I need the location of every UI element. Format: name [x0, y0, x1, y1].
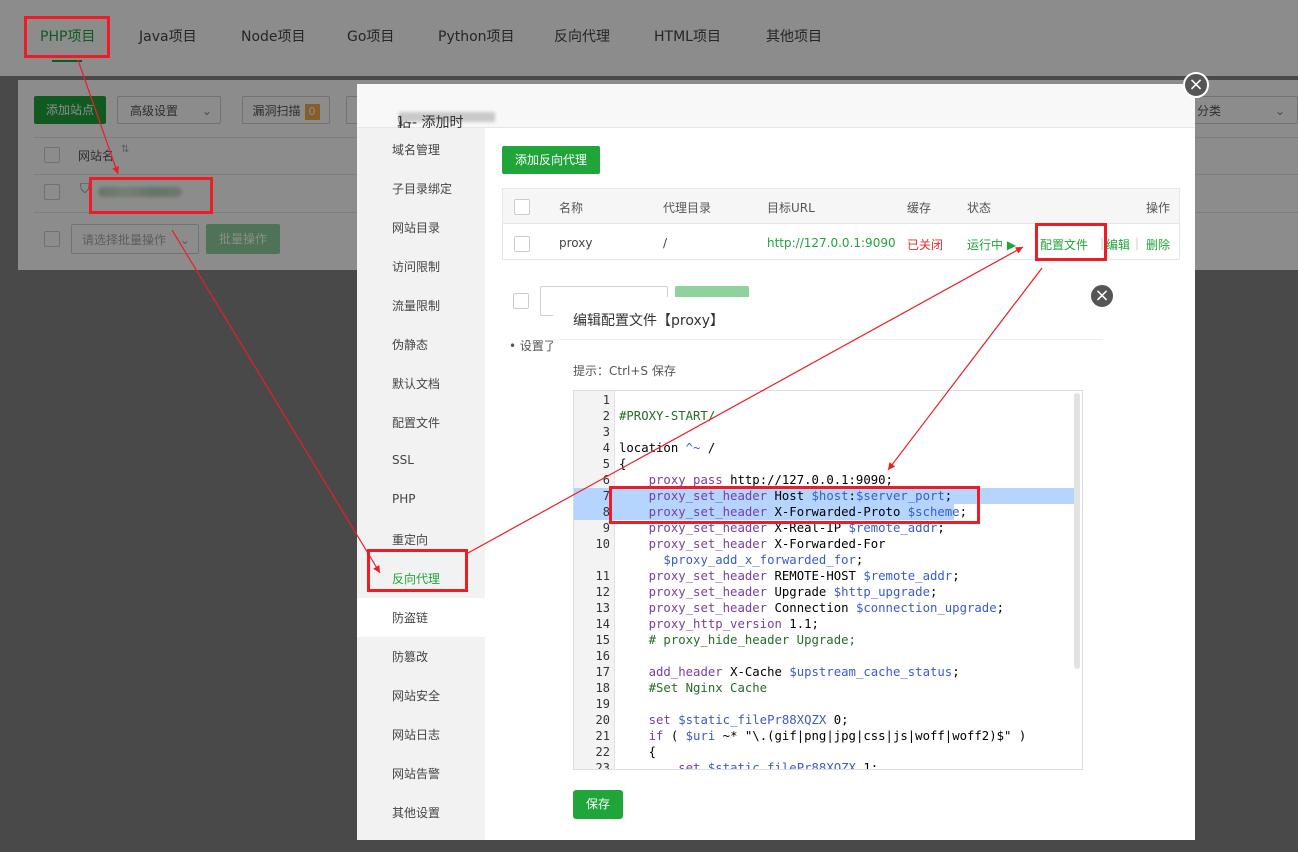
- arrow-site-to-menu: [171, 229, 381, 574]
- annotation-arrows: [77, 59, 1043, 574]
- arrow-menu-to-config: [467, 246, 1024, 554]
- arrow-tab-to-site: [77, 59, 120, 175]
- arrow-config-to-code: [887, 267, 1043, 471]
